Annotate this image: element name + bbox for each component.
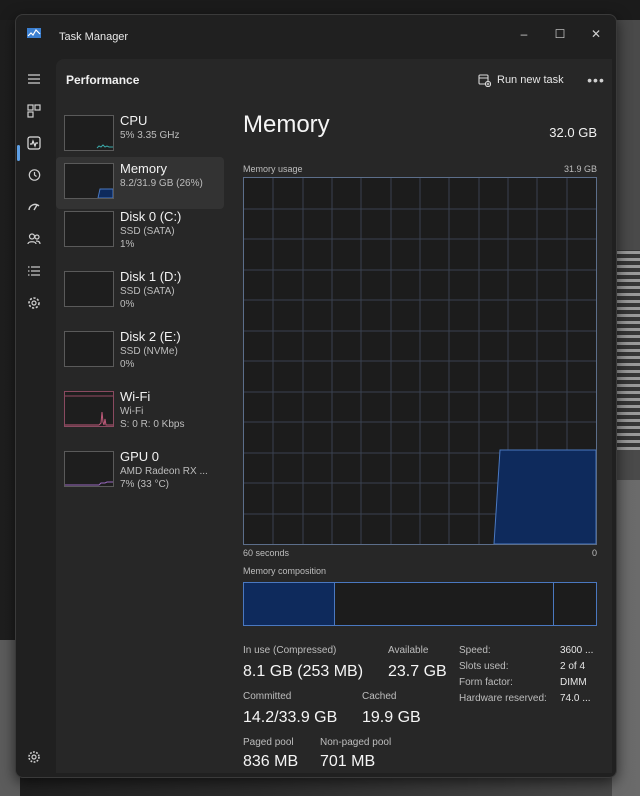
device-detail: Wi-Fi: [120, 406, 144, 417]
close-button[interactable]: ✕: [580, 21, 612, 47]
non-paged-pool-value: 701 MB: [320, 753, 376, 770]
disk-0-thumbnail: [64, 211, 114, 247]
committed-label: Committed: [243, 691, 292, 702]
device-name: Wi-Fi: [120, 389, 151, 404]
device-item-gpu-0[interactable]: GPU 0 AMD Radeon RX ... 7% (33 °C): [56, 445, 224, 497]
device-detail-2: 0%: [120, 299, 135, 310]
details-icon[interactable]: [22, 259, 46, 283]
device-detail: AMD Radeon RX ...: [120, 466, 208, 477]
cached-label: Cached: [362, 691, 397, 702]
cpu-thumbnail: [64, 115, 114, 151]
device-item-memory[interactable]: Memory 8.2/31.9 GB (26%): [56, 157, 224, 209]
services-icon[interactable]: [22, 291, 46, 315]
device-item-disk-2[interactable]: Disk 2 (E:) SSD (NVMe) 0%: [56, 325, 224, 377]
composition-modified: [335, 583, 554, 625]
device-detail: SSD (NVMe): [120, 346, 178, 357]
memory-composition-bar: [243, 582, 597, 626]
device-detail: SSD (SATA): [120, 286, 175, 297]
device-name: Disk 0 (C:): [120, 209, 182, 224]
memory-usage-label: Memory usage: [243, 164, 303, 174]
minimize-button[interactable]: –: [508, 21, 540, 47]
graph-x-right-label: 0: [591, 548, 597, 558]
run-new-task-button[interactable]: Run new task: [478, 69, 564, 91]
detail-title: Memory: [243, 111, 330, 138]
device-detail-2: 1%: [120, 239, 135, 250]
spec-form-factor-key: Form factor:: [459, 677, 513, 688]
memory-composition-label: Memory composition: [243, 566, 327, 576]
graph-x-left-label: 60 seconds: [243, 548, 290, 558]
memory-thumbnail: [64, 163, 114, 199]
page-title: Performance: [66, 73, 140, 87]
memory-capacity: 32.0 GB: [549, 125, 597, 140]
device-name: Memory: [120, 161, 167, 176]
main-panel: Performance Run new task ••• CPU 5% 3.35…: [56, 59, 612, 773]
disk-2-thumbnail: [64, 331, 114, 367]
non-paged-pool-label: Non-paged pool: [320, 737, 392, 748]
run-task-icon: [478, 73, 491, 87]
wifi-thumbnail: [64, 391, 114, 427]
committed-value: 14.2/33.9 GB: [243, 709, 338, 726]
navigation-rail: [16, 59, 52, 777]
in-use-value: 8.1 GB (253 MB): [243, 663, 364, 680]
window-title: Task Manager: [59, 31, 129, 43]
run-new-task-label: Run new task: [497, 74, 564, 86]
device-name: GPU 0: [120, 449, 160, 464]
composition-in-use: [244, 583, 335, 625]
device-item-disk-1[interactable]: Disk 1 (D:) SSD (SATA) 0%: [56, 265, 224, 317]
hamburger-icon[interactable]: [22, 67, 46, 91]
memory-usage-area: [493, 449, 596, 544]
paged-pool-value: 836 MB: [243, 753, 299, 770]
available-value: 23.7 GB: [388, 663, 447, 680]
more-options-button[interactable]: •••: [584, 69, 608, 91]
task-manager-icon: [27, 28, 41, 38]
settings-icon[interactable]: [22, 745, 46, 769]
memory-usage-graph-svg: [244, 178, 596, 544]
app-history-icon[interactable]: [22, 163, 46, 187]
spec-speed-key: Speed:: [459, 645, 491, 656]
device-item-cpu[interactable]: CPU 5% 3.35 GHz: [56, 109, 224, 161]
task-manager-window: Task Manager – ☐ ✕ Performance Run new t…: [15, 14, 617, 778]
spec-slots-key: Slots used:: [459, 661, 509, 672]
spec-form-factor-value: DIMM: [560, 677, 587, 688]
nav-selected-indicator: [17, 145, 20, 161]
device-detail: SSD (SATA): [120, 226, 175, 237]
device-detail-2: 0%: [120, 359, 135, 370]
spec-hw-reserved-key: Hardware reserved:: [459, 693, 547, 704]
device-detail-2: S: 0 R: 0 Kbps: [120, 419, 185, 430]
cached-value: 19.9 GB: [362, 709, 421, 726]
spec-slots-value: 2 of 4: [560, 661, 586, 672]
device-name: Disk 1 (D:): [120, 269, 182, 284]
memory-usage-max: 31.9 GB: [563, 164, 597, 174]
startup-apps-icon[interactable]: [22, 195, 46, 219]
spec-speed-value: 3600 ...: [560, 645, 594, 656]
device-item-disk-0[interactable]: Disk 0 (C:) SSD (SATA) 1%: [56, 205, 224, 257]
disk-1-thumbnail: [64, 271, 114, 307]
paged-pool-label: Paged pool: [243, 737, 294, 748]
device-name: CPU: [120, 113, 148, 128]
spec-hw-reserved-value: 74.0 ...: [560, 693, 591, 704]
device-detail: 5% 3.35 GHz: [120, 130, 180, 141]
performance-icon[interactable]: [22, 131, 46, 155]
title-bar[interactable]: Task Manager – ☐ ✕: [16, 15, 616, 59]
processes-icon[interactable]: [22, 99, 46, 123]
users-icon[interactable]: [22, 227, 46, 251]
composition-free: [554, 583, 596, 625]
in-use-label: In use (Compressed): [243, 645, 337, 656]
device-detail: 8.2/31.9 GB (26%): [120, 178, 203, 189]
device-detail-2: 7% (33 °C): [120, 479, 170, 490]
available-label: Available: [388, 645, 429, 656]
device-item-wifi[interactable]: Wi-Fi Wi-Fi S: 0 R: 0 Kbps: [56, 385, 224, 437]
device-name: Disk 2 (E:): [120, 329, 181, 344]
maximize-button[interactable]: ☐: [544, 21, 576, 47]
memory-usage-graph: [243, 177, 597, 545]
gpu-0-thumbnail: [64, 451, 114, 487]
